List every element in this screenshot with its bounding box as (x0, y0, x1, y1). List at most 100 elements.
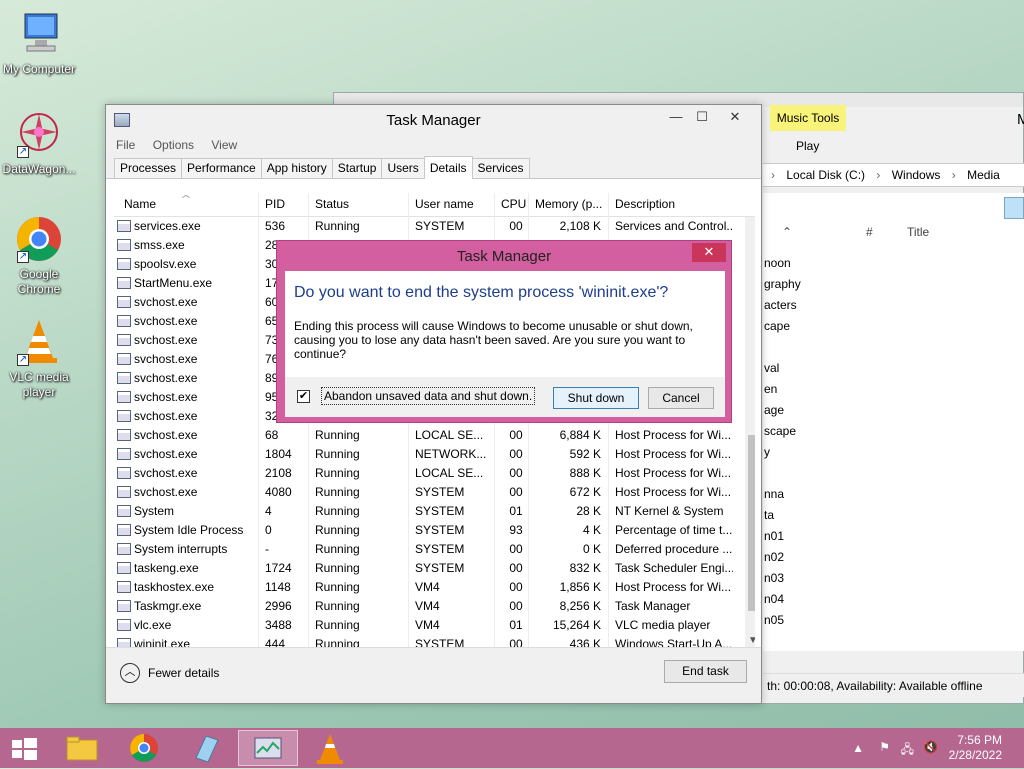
list-item[interactable]: ta (764, 508, 774, 522)
show-hidden-icons-icon[interactable]: ▲ (852, 741, 864, 755)
column-name[interactable]: Name (124, 197, 156, 211)
table-row[interactable]: svchost.exe 1804 Running NETWORK... 00 592 K H… (114, 445, 740, 464)
column-number[interactable]: # (866, 225, 873, 239)
tab-performance[interactable]: Performance (181, 158, 262, 178)
tab-app-history[interactable]: App history (260, 158, 333, 178)
tab-processes[interactable]: Processes (114, 158, 183, 178)
table-row[interactable]: vlc.exe 3488 Running VM4 01 15,264 K VLC media… (114, 616, 740, 635)
scrollbar-thumb[interactable] (748, 435, 755, 611)
desktop-icon-label: DataWagon... (2, 162, 76, 176)
abandon-data-label[interactable]: Abandon unsaved data and shut down. (321, 387, 536, 405)
list-item[interactable]: n02 (764, 550, 784, 564)
close-button[interactable]: ✕ (715, 109, 755, 127)
desktop-icon-my-computer[interactable]: My Computer (0, 10, 78, 77)
table-row[interactable]: Taskmgr.exe 2996 Running VM4 00 8,256 K Task M… (114, 597, 740, 616)
chrome-icon: ↗ (15, 215, 63, 263)
tab-services[interactable]: Services (471, 158, 530, 178)
desktop-icon-datawagon[interactable]: ↗ DataWagon... (0, 110, 78, 177)
list-item[interactable]: noon (764, 256, 791, 270)
tab-details[interactable]: Details (423, 156, 473, 179)
menu-view[interactable]: View (211, 138, 237, 152)
process-name: taskeng.exe (134, 561, 199, 575)
process-memory: 1,856 K (559, 580, 601, 594)
abandon-data-checkbox[interactable]: ✔ (297, 390, 310, 403)
action-center-flag-icon[interactable]: ⚑ (879, 740, 890, 754)
shortcut-arrow-icon: ↗ (17, 251, 29, 263)
music-tools-tab[interactable]: Music Tools (770, 105, 846, 131)
menu-options[interactable]: Options (153, 138, 194, 152)
view-toggle-button[interactable] (1004, 197, 1024, 219)
clock[interactable]: 7:56 PM 2/28/2022 (949, 733, 1002, 763)
list-item[interactable]: n01 (764, 529, 784, 543)
table-row[interactable]: taskhostex.exe 1148 Running VM4 00 1,856 K Hos… (114, 578, 740, 597)
file-list[interactable] (763, 193, 1024, 651)
column-pid[interactable]: PID (265, 197, 285, 211)
table-row[interactable]: svchost.exe 68 Running LOCAL SE... 00 6,884 K… (114, 426, 740, 445)
network-icon[interactable]: 🖧 (901, 740, 914, 761)
process-name: svchost.exe (134, 333, 198, 347)
list-item[interactable]: age (764, 403, 784, 417)
taskbar-chrome[interactable] (114, 730, 174, 766)
taskbar: ▲ ⚑ 🖧 🔇 7:56 PM 2/28/2022 (0, 728, 1024, 768)
process-cpu: 00 (509, 580, 523, 594)
list-item[interactable]: y (764, 445, 770, 459)
explorer-title-fragment: M (1017, 111, 1024, 128)
taskbar-notepad[interactable] (176, 730, 236, 766)
taskbar-vlc[interactable] (300, 730, 360, 766)
list-item[interactable]: en (764, 382, 777, 396)
tab-startup[interactable]: Startup (331, 158, 383, 178)
dialog-close-button[interactable]: ✕ (692, 243, 726, 262)
table-row[interactable]: taskeng.exe 1724 Running SYSTEM 00 832 K Task … (114, 559, 740, 578)
shut-down-button[interactable]: Shut down (553, 387, 639, 409)
table-row[interactable]: System interrupts - Running SYSTEM 00 0 K Defe… (114, 540, 740, 559)
list-item[interactable]: scape (764, 424, 796, 438)
play-tab[interactable]: Play (796, 139, 819, 153)
start-button[interactable] (0, 730, 48, 766)
scroll-down-icon[interactable]: ▼ (748, 635, 755, 646)
table-row[interactable]: services.exe 536 Running SYSTEM 00 2,108 K Ser… (114, 217, 740, 236)
cancel-button[interactable]: Cancel (648, 387, 714, 409)
breadcrumb-local-disk[interactable]: Local Disk (C:) (786, 168, 865, 182)
table-row[interactable]: svchost.exe 2108 Running LOCAL SE... 00 888 K… (114, 464, 740, 483)
fewer-details-label: Fewer details (148, 666, 220, 680)
list-item[interactable]: graphy (764, 277, 801, 291)
volume-muted-icon[interactable]: 🔇 (923, 740, 938, 754)
end-task-button[interactable]: End task (664, 660, 747, 683)
tab-users[interactable]: Users (381, 158, 425, 178)
process-cpu: 00 (509, 542, 523, 556)
breadcrumb-media[interactable]: Media (967, 168, 1000, 182)
table-row[interactable]: System 4 Running SYSTEM 01 28 K NT Kernel & Sy… (114, 502, 740, 521)
breadcrumb-windows[interactable]: Windows (892, 168, 941, 182)
column-user-name[interactable]: User name (415, 197, 474, 211)
list-item[interactable]: nna (764, 487, 784, 501)
list-item[interactable]: cape (764, 319, 790, 333)
column-title[interactable]: Title (907, 225, 929, 239)
maximize-button[interactable]: ☐ (689, 109, 715, 127)
process-name: svchost.exe (134, 352, 198, 366)
end-process-dialog[interactable]: Task Manager ✕ Do you want to end the sy… (276, 240, 732, 423)
table-row[interactable]: System Idle Process 0 Running SYSTEM 93 4 K Pe… (114, 521, 740, 540)
column-memory[interactable]: Memory (p... (535, 197, 602, 211)
list-item[interactable]: n04 (764, 592, 784, 606)
process-pid: 1804 (265, 447, 292, 461)
desktop-icon-vlc[interactable]: ↗ VLC media player (0, 318, 78, 400)
process-status: Running (315, 561, 360, 575)
vertical-scrollbar[interactable]: ▼ (745, 217, 755, 648)
taskbar-file-explorer[interactable] (52, 730, 112, 766)
desktop-icon-chrome[interactable]: ↗ Google Chrome (0, 215, 78, 297)
list-item[interactable]: n05 (764, 613, 784, 627)
column-description[interactable]: Description (615, 197, 675, 211)
column-cpu[interactable]: CPU (501, 197, 526, 211)
task-manager-titlebar[interactable]: Task Manager — ☐ ✕ (106, 105, 761, 135)
list-item[interactable]: n03 (764, 571, 784, 585)
menu-file[interactable]: File (116, 138, 135, 152)
address-bar[interactable]: › Local Disk (C:) › Windows › Media (763, 163, 1024, 187)
minimize-button[interactable]: — (663, 109, 689, 127)
list-item[interactable]: acters (764, 298, 797, 312)
taskbar-task-manager[interactable] (238, 730, 298, 766)
column-status[interactable]: Status (315, 197, 349, 211)
table-row[interactable]: svchost.exe 4080 Running SYSTEM 00 672 K Host … (114, 483, 740, 502)
fewer-details-button[interactable]: ︿ Fewer details (120, 663, 219, 683)
process-cpu: 00 (509, 599, 523, 613)
list-item[interactable]: val (764, 361, 779, 375)
